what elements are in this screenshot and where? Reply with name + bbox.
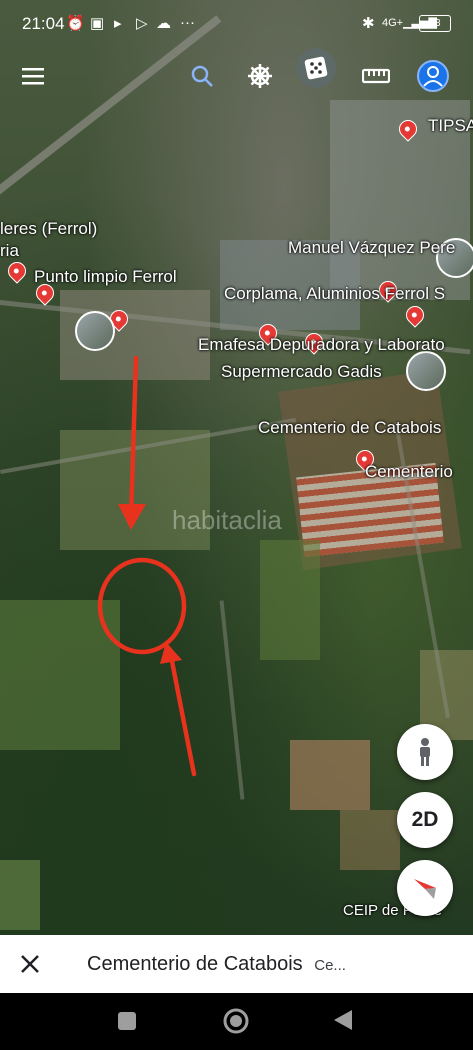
recents-square-icon[interactable] [116,1010,138,1032]
pegman-icon [420,738,430,766]
system-nav-bar [0,993,473,1050]
annotation-arrowhead [118,504,146,530]
compass-button[interactable] [397,860,453,916]
satellite-map[interactable]: 21:04 ⏰ ▣ ▸ ▷ ☁ ··· ✱ 4G+▁▃▅▇ 73 TIPSA l… [0,0,473,935]
close-icon[interactable] [16,950,44,978]
annotation-overlay [97,355,197,777]
compass-icon [414,879,436,899]
street-view-button[interactable] [397,724,453,780]
annotation-circle [97,557,187,655]
place-card-subtitle: Ce... [314,957,346,974]
view-mode-label: 2D [411,808,439,831]
view-mode-button[interactable]: 2D [397,792,453,848]
place-card[interactable]: Cementerio de Catabois Ce... [0,935,473,993]
annotation-arrow-up [168,653,197,777]
annotation-arrow-down [128,355,139,523]
place-card-title: Cementerio de Catabois [87,953,303,975]
home-circle-icon[interactable] [222,1007,250,1035]
back-triangle-icon[interactable] [332,1008,354,1032]
